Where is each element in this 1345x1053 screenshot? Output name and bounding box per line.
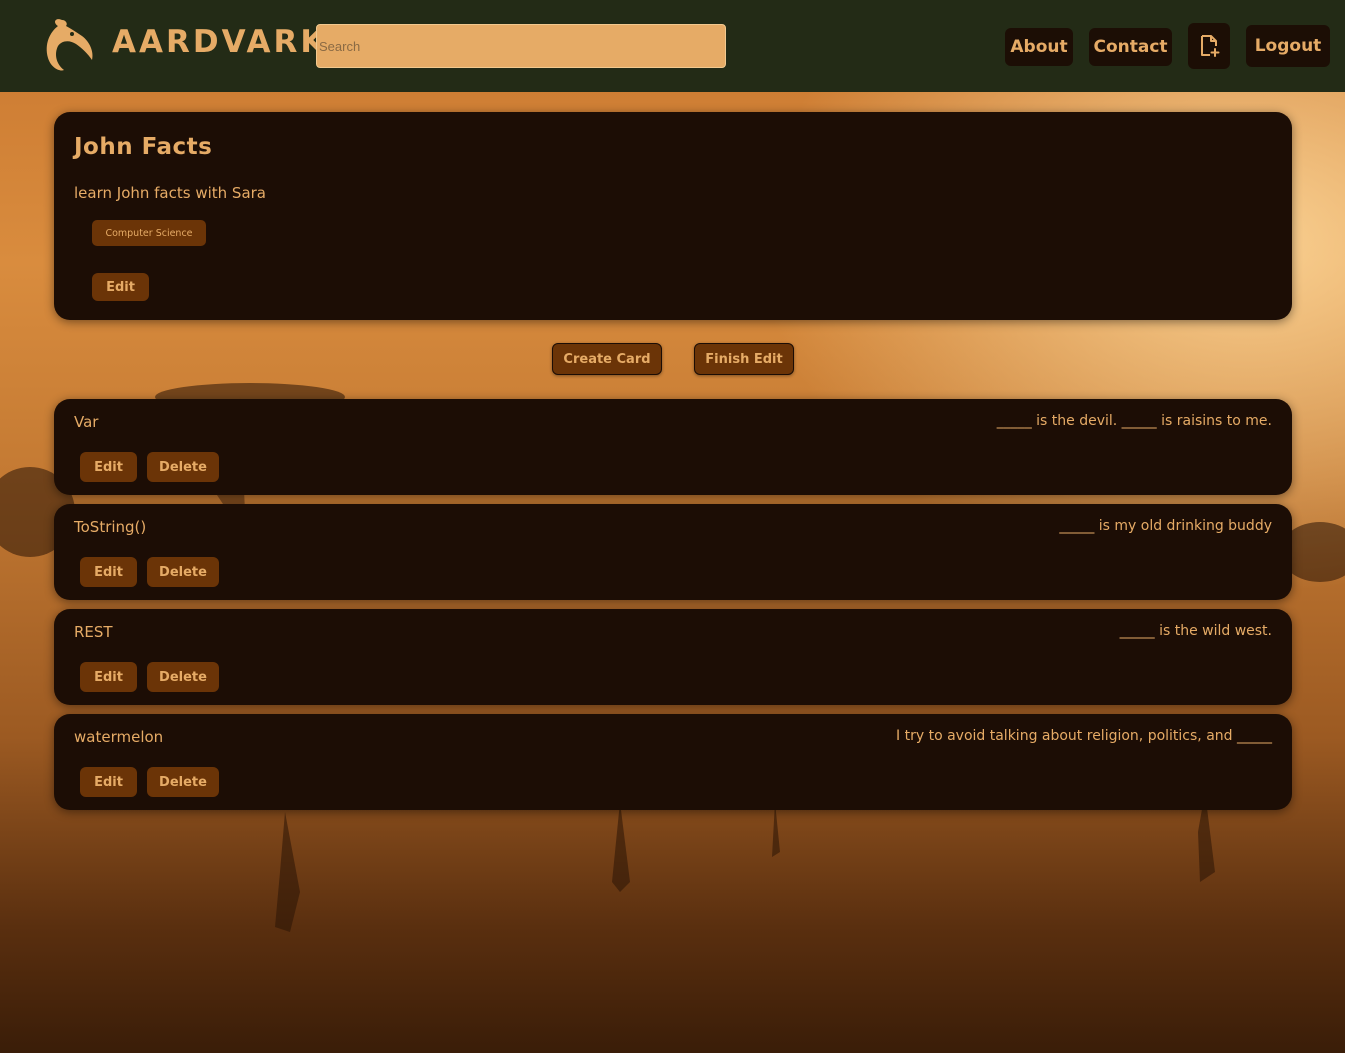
card-term: ToString() [74, 518, 147, 536]
search-input[interactable] [316, 24, 726, 68]
card-term: Var [74, 413, 99, 431]
nav-contact-button[interactable]: Contact [1089, 28, 1172, 66]
deck-title: John Facts [74, 134, 213, 160]
card-definition: _____ is my old drinking buddy [1059, 518, 1272, 534]
card-row: ToString() _____ is my old drinking budd… [54, 504, 1292, 600]
edit-card-button[interactable]: Edit [80, 662, 137, 692]
edit-deck-button[interactable]: Edit [92, 273, 149, 301]
delete-card-button[interactable]: Delete [147, 662, 219, 692]
finish-edit-button[interactable]: Finish Edit [694, 343, 794, 375]
edit-card-button[interactable]: Edit [80, 557, 137, 587]
edit-card-button[interactable]: Edit [80, 452, 137, 482]
card-row: Var _____ is the devil. _____ is raisins… [54, 399, 1292, 495]
deck-tag-badge[interactable]: Computer Science [92, 220, 206, 246]
card-definition: I try to avoid talking about religion, p… [896, 728, 1272, 744]
card-term: watermelon [74, 728, 164, 746]
new-file-icon [1201, 35, 1220, 57]
create-card-button[interactable]: Create Card [552, 343, 662, 375]
deck-description: learn John facts with Sara [74, 184, 266, 202]
top-navbar: AARDVARK About Contact Logout [0, 0, 1345, 92]
deck-info-panel: John Facts learn John facts with Sara Co… [54, 112, 1292, 320]
delete-card-button[interactable]: Delete [147, 452, 219, 482]
logout-button[interactable]: Logout [1246, 25, 1330, 67]
card-row: REST _____ is the wild west. Edit Delete [54, 609, 1292, 705]
brand-name[interactable]: AARDVARK [112, 24, 327, 60]
edit-card-button[interactable]: Edit [80, 767, 137, 797]
card-row: watermelon I try to avoid talking about … [54, 714, 1292, 810]
delete-card-button[interactable]: Delete [147, 767, 219, 797]
card-term: REST [74, 623, 113, 641]
aardvark-logo-icon[interactable] [42, 14, 96, 72]
delete-card-button[interactable]: Delete [147, 557, 219, 587]
nav-about-button[interactable]: About [1005, 28, 1073, 66]
new-deck-button[interactable] [1188, 23, 1230, 69]
card-definition: _____ is the devil. _____ is raisins to … [996, 413, 1272, 429]
card-definition: _____ is the wild west. [1119, 623, 1272, 639]
